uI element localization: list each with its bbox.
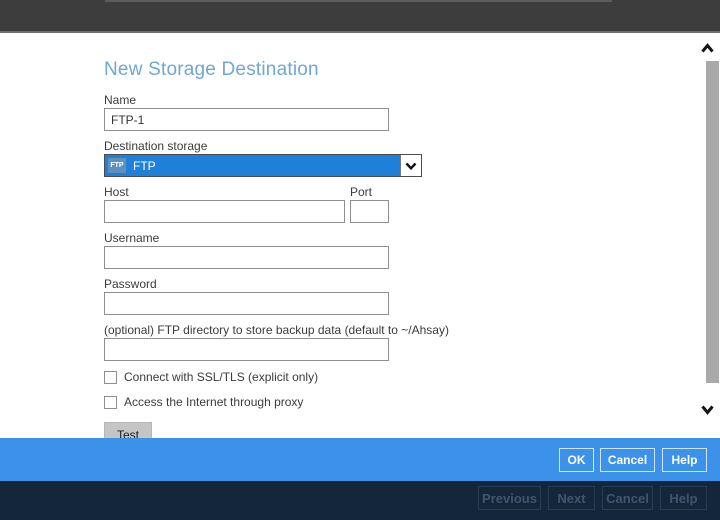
password-label: Password xyxy=(104,277,157,291)
ftp-directory-input[interactable] xyxy=(104,338,389,361)
password-input[interactable] xyxy=(104,292,389,315)
host-input[interactable] xyxy=(104,200,345,223)
username-label: Username xyxy=(104,231,160,245)
host-label: Host xyxy=(104,185,129,199)
wizard-footer-bar: Previous Next Cancel Help xyxy=(0,481,720,520)
ssl-checkbox-row: Connect with SSL/TLS (explicit only) xyxy=(104,370,318,384)
username-input[interactable] xyxy=(104,246,389,269)
chevron-down-icon xyxy=(405,162,417,170)
dropdown-chevron-button[interactable] xyxy=(400,155,421,176)
ssl-checkbox[interactable] xyxy=(104,370,117,384)
previous-button[interactable]: Previous xyxy=(478,486,541,510)
next-button[interactable]: Next xyxy=(548,486,595,510)
destination-storage-label: Destination storage xyxy=(104,139,208,153)
cancel-button[interactable]: Cancel xyxy=(600,448,655,472)
scrollbar-down-button[interactable] xyxy=(700,402,720,415)
ftp-badge-icon: FTP xyxy=(108,158,126,173)
name-label: Name xyxy=(104,93,137,107)
proxy-checkbox[interactable] xyxy=(104,395,117,409)
ok-button[interactable]: OK xyxy=(559,448,594,472)
port-label: Port xyxy=(350,185,373,199)
wizard-help-button[interactable]: Help xyxy=(660,486,707,510)
destination-storage-selected-label: FTP xyxy=(133,158,156,173)
destination-storage-selected-option: FTP FTP xyxy=(105,155,400,176)
window-top-edge xyxy=(105,0,612,2)
proxy-checkbox-label: Access the Internet through proxy xyxy=(124,395,304,409)
proxy-checkbox-row: Access the Internet through proxy xyxy=(104,395,303,409)
page-title: New Storage Destination xyxy=(104,59,319,80)
name-input[interactable] xyxy=(104,108,389,131)
port-input[interactable] xyxy=(350,200,389,223)
chevron-down-icon xyxy=(701,405,714,415)
destination-storage-select[interactable]: FTP FTP xyxy=(104,154,422,177)
dialog-action-bar: OK Cancel Help xyxy=(0,438,720,481)
help-button[interactable]: Help xyxy=(662,448,707,472)
ftp-directory-label: (optional) FTP directory to store backup… xyxy=(104,323,449,337)
scrollbar-up-button[interactable] xyxy=(700,41,720,53)
wizard-cancel-button[interactable]: Cancel xyxy=(602,486,653,510)
ssl-checkbox-label: Connect with SSL/TLS (explicit only) xyxy=(124,370,319,384)
new-storage-destination-dialog: New Storage Destination Name Destination… xyxy=(0,0,720,520)
chevron-up-icon xyxy=(701,43,714,53)
scrollbar-thumb[interactable] xyxy=(706,61,719,383)
top-header-bar xyxy=(0,0,720,33)
